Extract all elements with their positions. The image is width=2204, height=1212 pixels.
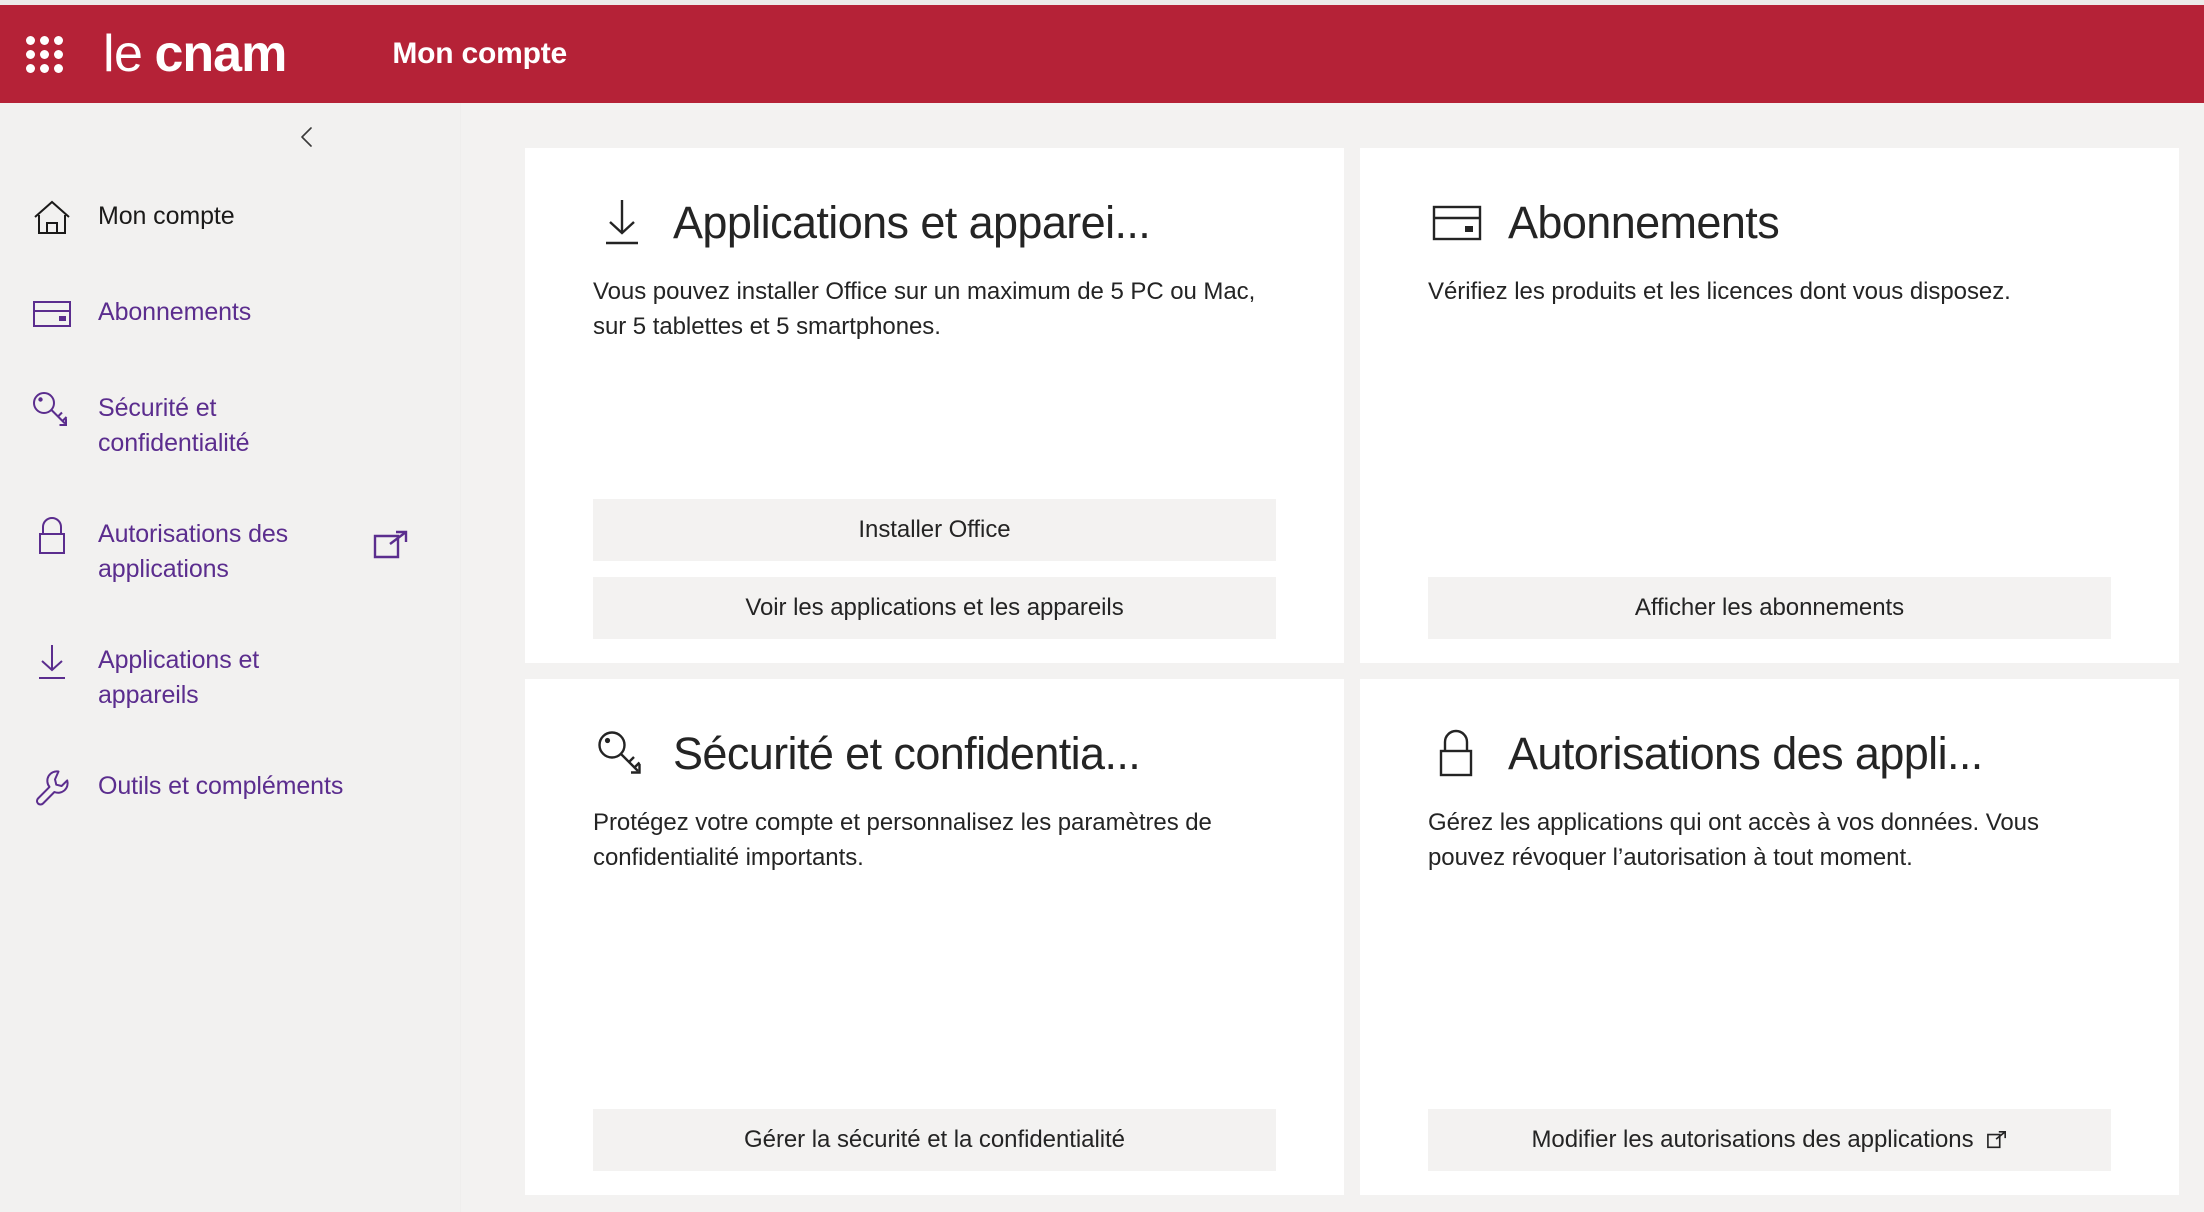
card-abonnements: Abonnements Vérifiez les produits et les… (1360, 148, 2179, 663)
credit-card-icon (26, 293, 78, 335)
card-autorisations-des-applications: Autorisations des appli... Gérez les app… (1360, 679, 2179, 1195)
card-actions: Gérer la sécurité et la confidentialité (593, 1109, 1276, 1195)
sidebar-item-abonnements[interactable]: Abonnements (0, 277, 460, 351)
change-app-permissions-button[interactable]: Modifier les autorisations des applicati… (1428, 1109, 2111, 1171)
view-apps-and-devices-button[interactable]: Voir les applications et les appareils (593, 577, 1276, 639)
card-description: Protégez votre compte et personnalisez l… (593, 809, 1212, 871)
manage-security-privacy-button[interactable]: Gérer la sécurité et la confidentialité (593, 1109, 1276, 1171)
card-title: Autorisations des appli... (1508, 729, 1983, 779)
lock-icon (26, 515, 78, 557)
button-label: Modifier les autorisations des applicati… (1531, 1126, 1974, 1153)
brand-logo-le: le (103, 25, 143, 83)
button-label: Voir les applications et les appareils (745, 594, 1124, 621)
sidebar-item-securite-confidentialite[interactable]: Sécurité et confidentialité (0, 373, 460, 477)
card-description: Vérifiez les produits et les licences do… (1428, 278, 2011, 305)
account-portal-page: le cnam Mon compte Mon compte Abonnement… (0, 0, 2204, 1212)
sidebar-item-mon-compte[interactable]: Mon compte (0, 181, 460, 255)
main-content: Applications et apparei... Vous pouvez i… (462, 103, 2204, 1212)
header-title: Mon compte (392, 37, 567, 70)
card-title: Sécurité et confidentia... (673, 729, 1141, 779)
card-description: Vous pouvez installer Office sur un maxi… (593, 278, 1256, 340)
sidebar-item-label: Applications et appareils (98, 646, 260, 709)
wrench-icon (26, 767, 78, 809)
sidebar-nav-list: Mon compte Abonnements Sécurité et confi… (0, 181, 460, 825)
sidebar-item-label: Abonnements (98, 298, 252, 326)
sidebar-item-label: Outils et compléments (98, 772, 344, 800)
card-header: Abonnements (1428, 194, 2111, 252)
sidebar-item-label: Autorisations des applications (98, 520, 289, 583)
sidebar-item-applications-appareils[interactable]: Applications et appareils (0, 625, 460, 729)
external-link-icon (372, 515, 440, 568)
card-actions: Installer Office Voir les applications e… (593, 499, 1276, 663)
card-header: Autorisations des appli... (1428, 725, 2111, 783)
card-actions: Afficher les abonnements (1428, 577, 2111, 663)
install-office-button[interactable]: Installer Office (593, 499, 1276, 561)
credit-card-icon (1428, 194, 1486, 252)
sidebar-item-label: Sécurité et confidentialité (98, 394, 250, 457)
home-icon (26, 197, 78, 239)
external-link-icon (1986, 1130, 2008, 1150)
card-actions: Modifier les autorisations des applicati… (1428, 1109, 2111, 1195)
card-description: Gérez les applications qui ont accès à v… (1428, 809, 2039, 871)
view-subscriptions-button[interactable]: Afficher les abonnements (1428, 577, 2111, 639)
key-icon (26, 389, 78, 431)
card-header: Applications et apparei... (593, 194, 1276, 252)
chevron-left-icon[interactable] (294, 123, 322, 151)
sidebar-item-label: Mon compte (98, 202, 235, 230)
key-icon (593, 725, 651, 783)
brand-logo-cnam: cnam (154, 25, 287, 83)
button-label: Installer Office (858, 516, 1011, 543)
card-header: Sécurité et confidentia... (593, 725, 1276, 783)
button-label: Gérer la sécurité et la confidentialité (744, 1126, 1125, 1153)
download-arrow-icon (593, 194, 651, 252)
sidebar-collapse-row (0, 103, 460, 171)
sidebar: Mon compte Abonnements Sécurité et confi… (0, 103, 461, 1212)
card-securite-et-confidentialite: Sécurité et confidentia... Protégez votr… (525, 679, 1344, 1195)
card-title: Abonnements (1508, 198, 1780, 248)
sidebar-item-outils-complements[interactable]: Outils et compléments (0, 751, 460, 825)
card-grid: Applications et apparei... Vous pouvez i… (525, 148, 2179, 1195)
card-applications-et-appareils: Applications et apparei... Vous pouvez i… (525, 148, 1344, 663)
button-label: Afficher les abonnements (1634, 594, 1905, 621)
download-arrow-icon (26, 641, 78, 683)
brand-logo[interactable]: le cnam (103, 25, 287, 83)
card-title: Applications et apparei... (673, 198, 1151, 248)
app-launcher-waffle-icon[interactable] (23, 33, 65, 75)
app-header: le cnam Mon compte (0, 5, 2204, 103)
lock-icon (1428, 725, 1486, 783)
sidebar-item-autorisations-applications[interactable]: Autorisations des applications (0, 499, 460, 603)
